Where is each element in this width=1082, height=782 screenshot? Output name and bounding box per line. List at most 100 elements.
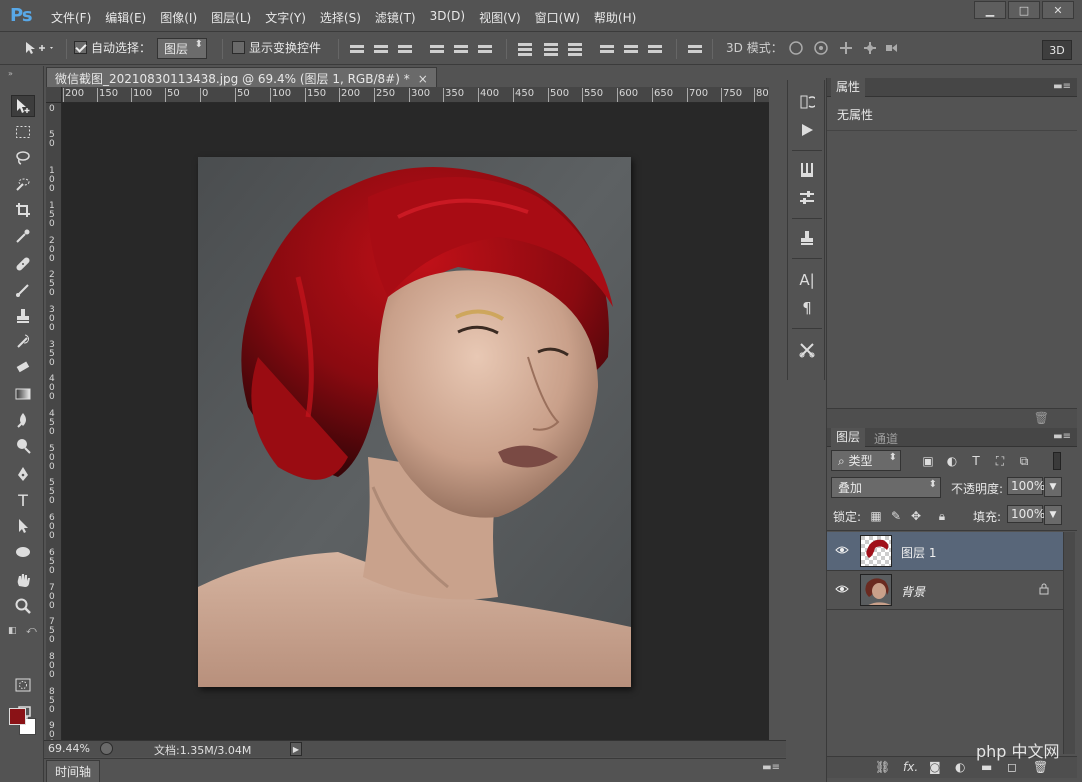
gradient-tool-icon[interactable] xyxy=(11,383,35,405)
document-tab[interactable]: 微信截图_20210830113438.jpg @ 69.4% (图层 1, R… xyxy=(46,67,437,87)
path-selection-tool-icon[interactable] xyxy=(11,515,35,537)
show-transform-option[interactable]: 显示变换控件 xyxy=(232,39,321,56)
align-left-icon[interactable] xyxy=(430,42,444,56)
opacity-slider-arrow-icon[interactable]: ▼ xyxy=(1044,477,1062,497)
layer-row-background[interactable]: 背景 xyxy=(827,571,1063,610)
distribute-top-icon[interactable] xyxy=(518,42,532,56)
fill-input[interactable]: 100% xyxy=(1007,505,1045,523)
close-window-button[interactable]: ✕ xyxy=(1042,1,1074,19)
eyedropper-tool-icon[interactable] xyxy=(11,225,35,247)
3d-workspace-button[interactable]: 3D xyxy=(1042,40,1072,60)
properties-menu-icon[interactable]: ▬≡ xyxy=(1053,81,1071,92)
dodge-tool-icon[interactable] xyxy=(11,435,35,457)
actions-play-icon[interactable] xyxy=(797,120,817,140)
adjustment-layer-icon[interactable]: ◐ xyxy=(955,760,965,774)
history-brush-tool-icon[interactable] xyxy=(11,331,35,353)
menu-select[interactable]: 选择(S) xyxy=(313,7,368,28)
quick-mask-icon[interactable] xyxy=(11,674,35,696)
brush-presets-icon[interactable] xyxy=(797,160,817,180)
layer-filter-dropdown[interactable]: ⌕ 类型 xyxy=(831,450,901,471)
lock-position-icon[interactable]: ✥ xyxy=(909,509,923,523)
align-top-icon[interactable] xyxy=(350,42,364,56)
menu-layer[interactable]: 图层(L) xyxy=(204,7,258,28)
menu-3d[interactable]: 3D(D) xyxy=(423,7,472,28)
document-canvas[interactable] xyxy=(62,103,769,740)
swap-colors-icon[interactable]: ⤺ xyxy=(26,625,37,636)
hand-tool-icon[interactable] xyxy=(11,569,35,591)
add-mask-icon[interactable]: ◙ xyxy=(929,760,941,774)
auto-select-target-dropdown[interactable]: 图层 xyxy=(157,38,208,59)
layer-style-icon[interactable]: fx. xyxy=(903,760,918,774)
align-bottom-icon[interactable] xyxy=(398,42,412,56)
clone-source-icon[interactable] xyxy=(797,228,817,248)
default-colors-icon[interactable]: ◧ xyxy=(8,626,17,636)
tools-collapse-icon[interactable]: » xyxy=(8,69,13,78)
history-panel-icon[interactable] xyxy=(797,92,817,112)
tab-layers[interactable]: 图层 xyxy=(831,428,866,447)
layer-name[interactable]: 背景 xyxy=(901,583,925,600)
crop-tool-icon[interactable] xyxy=(11,199,35,221)
filter-pixel-icon[interactable]: ▣ xyxy=(921,454,935,468)
distribute-vcenter-icon[interactable] xyxy=(544,42,558,56)
distribute-left-icon[interactable] xyxy=(600,42,614,56)
lock-all-icon[interactable]: 🔒︎ xyxy=(935,509,949,523)
filter-adjustment-icon[interactable]: ◐ xyxy=(945,454,959,468)
new-layer-icon[interactable]: ◻ xyxy=(1007,760,1017,774)
menu-edit[interactable]: 编辑(E) xyxy=(98,7,153,28)
foreground-color-swatch[interactable] xyxy=(9,708,26,725)
vertical-ruler[interactable]: 0 5 0 1 0 0 1 5 0 2 0 0 2 5 0 3 0 0 3 5 … xyxy=(46,103,62,740)
filter-smart-object-icon[interactable]: ⧉ xyxy=(1017,454,1031,468)
healing-brush-tool-icon[interactable] xyxy=(11,253,35,275)
visibility-eye-icon[interactable] xyxy=(835,544,851,558)
timeline-tab[interactable]: 时间轴 xyxy=(46,760,101,782)
layer-name[interactable]: 图层 1 xyxy=(901,544,936,561)
tab-properties[interactable]: 属性 xyxy=(831,78,866,97)
filter-shape-icon[interactable]: ⛶ xyxy=(993,454,1007,468)
blur-tool-icon[interactable] xyxy=(11,409,35,431)
delete-layer-icon[interactable]: 🗑 xyxy=(1033,760,1048,774)
visibility-eye-icon[interactable] xyxy=(835,583,851,597)
auto-select-option[interactable]: 自动选择： xyxy=(74,39,151,56)
menu-filter[interactable]: 滤镜(T) xyxy=(368,7,423,28)
new-group-icon[interactable]: ▬ xyxy=(981,760,992,774)
move-tool-icon[interactable] xyxy=(11,95,35,117)
ellipse-tool-icon[interactable] xyxy=(11,541,35,563)
lock-pixels-icon[interactable]: ✎ xyxy=(889,509,903,523)
pen-tool-icon[interactable] xyxy=(11,463,35,485)
tab-channels[interactable]: 通道 xyxy=(869,430,903,447)
auto-align-icon[interactable] xyxy=(688,42,702,56)
distribute-right-icon[interactable] xyxy=(648,42,662,56)
zoom-level[interactable]: 69.44% xyxy=(48,742,90,755)
auto-select-checkbox[interactable] xyxy=(74,41,87,54)
menu-image[interactable]: 图像(I) xyxy=(153,7,204,28)
paragraph-panel-icon[interactable]: ¶ xyxy=(797,298,817,318)
brush-settings-icon[interactable] xyxy=(797,188,817,208)
filter-type-icon[interactable]: T xyxy=(969,454,983,468)
fill-slider-arrow-icon[interactable]: ▼ xyxy=(1044,505,1062,525)
align-hcenter-icon[interactable] xyxy=(454,42,468,56)
tool-presets-icon[interactable] xyxy=(797,340,817,360)
close-document-icon[interactable]: × xyxy=(418,72,428,86)
menu-type[interactable]: 文字(Y) xyxy=(258,7,313,28)
eraser-tool-icon[interactable] xyxy=(11,357,35,379)
distribute-hcenter-icon[interactable] xyxy=(624,42,638,56)
blend-mode-dropdown[interactable]: 叠加 xyxy=(831,477,941,498)
status-menu-arrow-icon[interactable]: ▶ xyxy=(290,742,302,756)
character-panel-icon[interactable]: A| xyxy=(797,270,817,290)
move-tool-preset-icon[interactable] xyxy=(24,41,54,58)
layers-scrollbar[interactable] xyxy=(1063,532,1075,754)
layers-menu-icon[interactable]: ▬≡ xyxy=(1053,431,1071,442)
brush-tool-icon[interactable] xyxy=(11,279,35,301)
horizontal-ruler[interactable]: 200 150 100 50 0 50 100 150 200 250 300 … xyxy=(62,87,769,103)
opacity-input[interactable]: 100% xyxy=(1007,477,1045,495)
properties-trash-icon[interactable]: 🗑 xyxy=(1034,411,1049,425)
align-right-icon[interactable] xyxy=(478,42,492,56)
zoom-tool-icon[interactable] xyxy=(11,595,35,617)
menu-file[interactable]: 文件(F) xyxy=(44,7,98,28)
clone-stamp-tool-icon[interactable] xyxy=(11,305,35,327)
layer-row-layer1[interactable]: 图层 1 xyxy=(827,532,1063,571)
menu-window[interactable]: 窗口(W) xyxy=(528,7,587,28)
quick-selection-tool-icon[interactable] xyxy=(11,173,35,195)
minimize-button[interactable]: ▁ xyxy=(974,1,1006,19)
marquee-tool-icon[interactable] xyxy=(11,121,35,143)
